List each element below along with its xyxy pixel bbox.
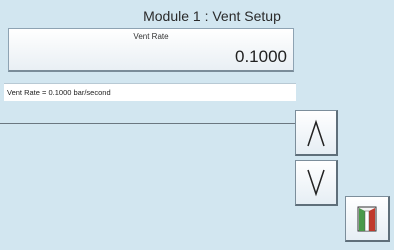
exit-door-icon: [357, 206, 377, 231]
chevron-down-icon: [307, 169, 325, 196]
vent-rate-label: Vent Rate: [133, 32, 169, 41]
page-title: Module 1 : Vent Setup: [143, 8, 281, 24]
vent-rate-info: Vent Rate = 0.1000 bar/second: [4, 83, 296, 101]
vent-rate-field[interactable]: Vent Rate 0.1000: [8, 28, 294, 72]
increase-button[interactable]: [295, 110, 338, 156]
decrease-button[interactable]: [295, 160, 338, 206]
vent-rate-value: 0.1000: [235, 47, 287, 66]
exit-button[interactable]: [345, 196, 390, 242]
chevron-up-icon: [307, 119, 325, 146]
divider: [0, 123, 296, 124]
